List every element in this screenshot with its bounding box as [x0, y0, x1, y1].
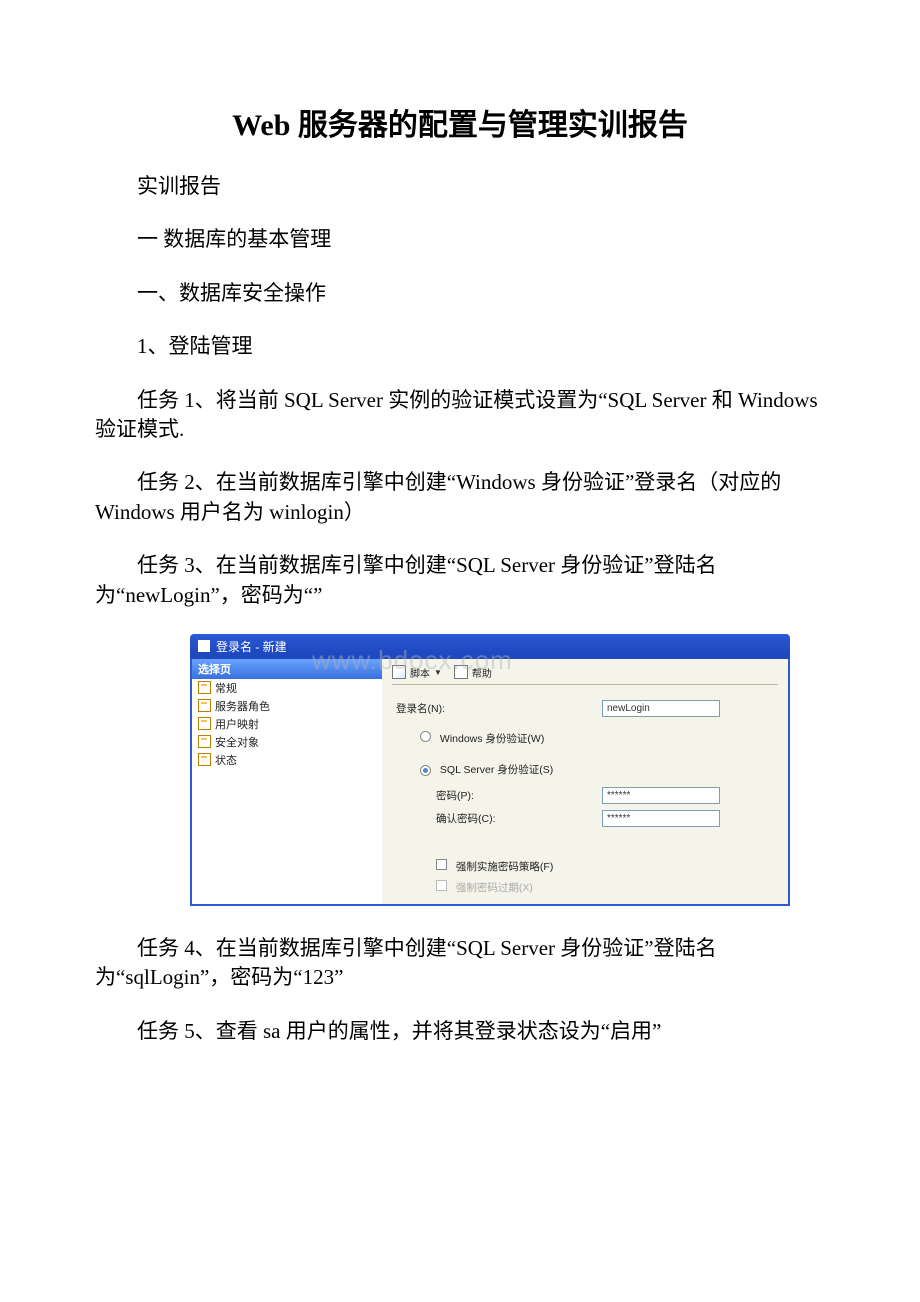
tree-item-status[interactable]: 状态	[192, 751, 382, 769]
tree-item-securables[interactable]: 安全对象	[192, 733, 382, 751]
radio-windows-label: Windows 身份验证(W)	[440, 733, 544, 745]
radio-windows-auth[interactable]: Windows 身份验证(W)	[392, 731, 602, 746]
help-button[interactable]: 帮助	[472, 665, 492, 680]
enforce-expiration-checkbox: 强制密码过期(X)	[392, 880, 602, 895]
window-title-text: 登录名 - 新建	[216, 638, 287, 655]
password-input[interactable]: ******	[602, 787, 720, 804]
para-task-3: 任务 3、在当前数据库引擎中创建“SQL Server 身份验证”登陆名为“ne…	[95, 551, 825, 610]
para-task-1: 任务 1、将当前 SQL Server 实例的验证模式设置为“SQL Serve…	[95, 386, 825, 445]
page-icon	[198, 735, 211, 748]
para-subheading: 实训报告	[95, 172, 825, 201]
confirm-password-input[interactable]: ******	[602, 810, 720, 827]
script-button[interactable]: 脚本	[410, 665, 430, 680]
para-subsection: 一、数据库安全操作	[95, 279, 825, 308]
para-section: 一 数据库的基本管理	[95, 225, 825, 254]
page-icon	[198, 753, 211, 766]
page-title: Web 服务器的配置与管理实训报告	[95, 100, 825, 144]
para-item: 1、登陆管理	[95, 332, 825, 361]
tree-label: 常规	[215, 680, 237, 696]
window-titlebar: 登录名 - 新建	[190, 634, 790, 659]
page-icon	[198, 681, 211, 694]
login-name-input[interactable]: newLogin	[602, 700, 720, 717]
radio-sql-auth[interactable]: SQL Server 身份验证(S)	[392, 762, 602, 777]
tree-label: 服务器角色	[215, 698, 270, 714]
tree-item-server-roles[interactable]: 服务器角色	[192, 697, 382, 715]
enforce-expiration-label: 强制密码过期(X)	[456, 882, 533, 894]
checkbox-disabled-icon	[436, 880, 447, 891]
page-icon	[198, 699, 211, 712]
tree-item-user-mapping[interactable]: 用户映射	[192, 715, 382, 733]
tree-label: 用户映射	[215, 716, 259, 732]
tree-label: 状态	[215, 752, 237, 768]
enforce-policy-checkbox[interactable]: 强制实施密码策略(F)	[392, 859, 602, 874]
window-icon	[198, 640, 210, 652]
left-panel: 选择页 常规 服务器角色 用户映射 安全对象	[192, 659, 382, 904]
para-task-2: 任务 2、在当前数据库引擎中创建“Windows 身份验证”登录名（对应的 Wi…	[95, 468, 825, 527]
panel-toolbar: 脚本 ▼ 帮助	[392, 665, 778, 685]
script-icon	[392, 665, 406, 679]
login-name-label: 登录名(N):	[392, 701, 602, 716]
radio-sql-label: SQL Server 身份验证(S)	[440, 764, 553, 776]
right-panel: 脚本 ▼ 帮助 登录名(N): newLogin Windows 身份验证(W)	[382, 659, 788, 904]
radio-checked-icon	[420, 765, 431, 776]
checkbox-icon	[436, 859, 447, 870]
screenshot-dialog: 登录名 - 新建 www.bdocx.com 选择页 常规 服务器角色 用户映射	[190, 634, 790, 906]
radio-icon	[420, 731, 431, 742]
script-dropdown-icon[interactable]: ▼	[434, 668, 442, 677]
para-task-4: 任务 4、在当前数据库引擎中创建“SQL Server 身份验证”登陆名为“sq…	[95, 934, 825, 993]
enforce-policy-label: 强制实施密码策略(F)	[456, 861, 553, 873]
para-task-5: 任务 5、查看 sa 用户的属性，并将其登录状态设为“启用”	[95, 1017, 825, 1046]
password-label: 密码(P):	[392, 788, 602, 803]
tree-label: 安全对象	[215, 734, 259, 750]
left-panel-header: 选择页	[192, 659, 382, 679]
page-icon	[198, 717, 211, 730]
help-icon	[454, 665, 468, 679]
tree-item-general[interactable]: 常规	[192, 679, 382, 697]
confirm-password-label: 确认密码(C):	[392, 811, 602, 826]
